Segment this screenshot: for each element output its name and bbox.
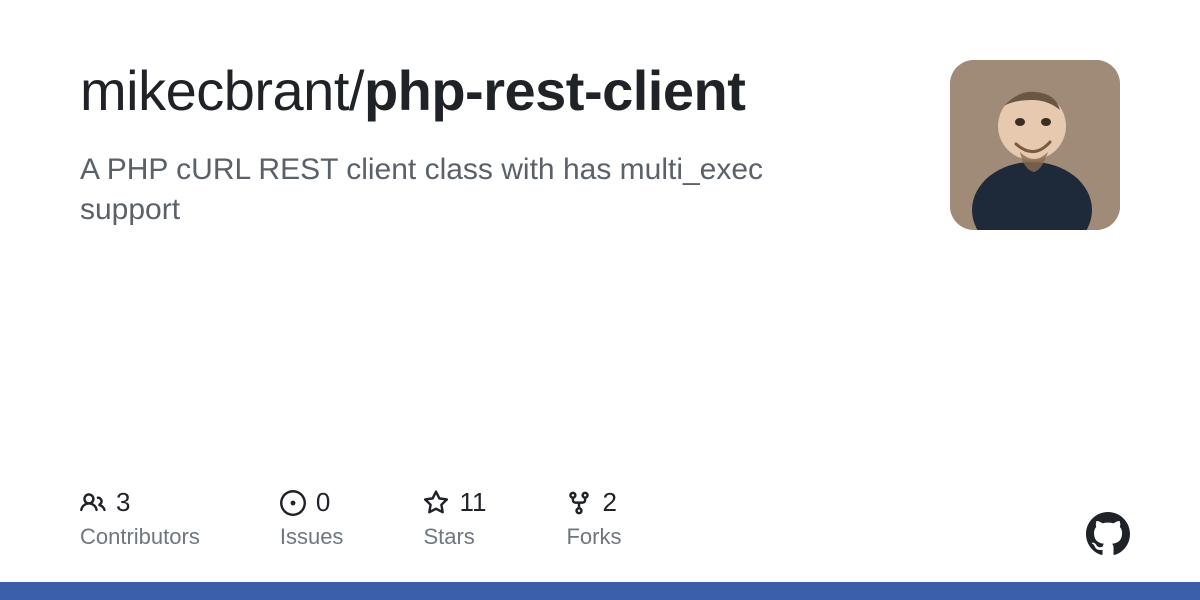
- owner-repo-separator: /: [349, 59, 364, 122]
- stat-contributors[interactable]: 3 Contributors: [80, 487, 200, 550]
- stat-stars-label: Stars: [423, 524, 486, 550]
- accent-bottom-bar: [0, 582, 1200, 600]
- star-icon: [423, 490, 449, 516]
- header-row: mikecbrant/php-rest-client A PHP cURL RE…: [80, 60, 1120, 231]
- owner-avatar[interactable]: [950, 60, 1120, 230]
- stat-stars[interactable]: 11 Stars: [423, 487, 486, 550]
- title-block: mikecbrant/php-rest-client A PHP cURL RE…: [80, 60, 910, 231]
- stat-issues[interactable]: 0 Issues: [280, 487, 344, 550]
- stat-issues-count: 0: [316, 487, 330, 518]
- repo-title: mikecbrant/php-rest-client: [80, 60, 910, 122]
- issue-opened-icon: [280, 490, 306, 516]
- repo-forked-icon: [566, 490, 592, 516]
- stat-issues-label: Issues: [280, 524, 344, 550]
- repo-owner[interactable]: mikecbrant: [80, 59, 349, 122]
- stat-stars-count: 11: [459, 487, 486, 518]
- stat-contributors-label: Contributors: [80, 524, 200, 550]
- stat-forks-count: 2: [602, 487, 616, 518]
- repo-stats: 3 Contributors 0 Issues 11 Stars: [80, 487, 621, 550]
- github-logo-icon: [1086, 512, 1130, 556]
- stat-forks-label: Forks: [566, 524, 621, 550]
- stat-forks[interactable]: 2 Forks: [566, 487, 621, 550]
- repo-name[interactable]: php-rest-client: [364, 59, 745, 122]
- repo-social-card: mikecbrant/php-rest-client A PHP cURL RE…: [0, 0, 1200, 600]
- people-icon: [80, 490, 106, 516]
- stat-contributors-count: 3: [116, 487, 130, 518]
- repo-description: A PHP cURL REST client class with has mu…: [80, 150, 860, 231]
